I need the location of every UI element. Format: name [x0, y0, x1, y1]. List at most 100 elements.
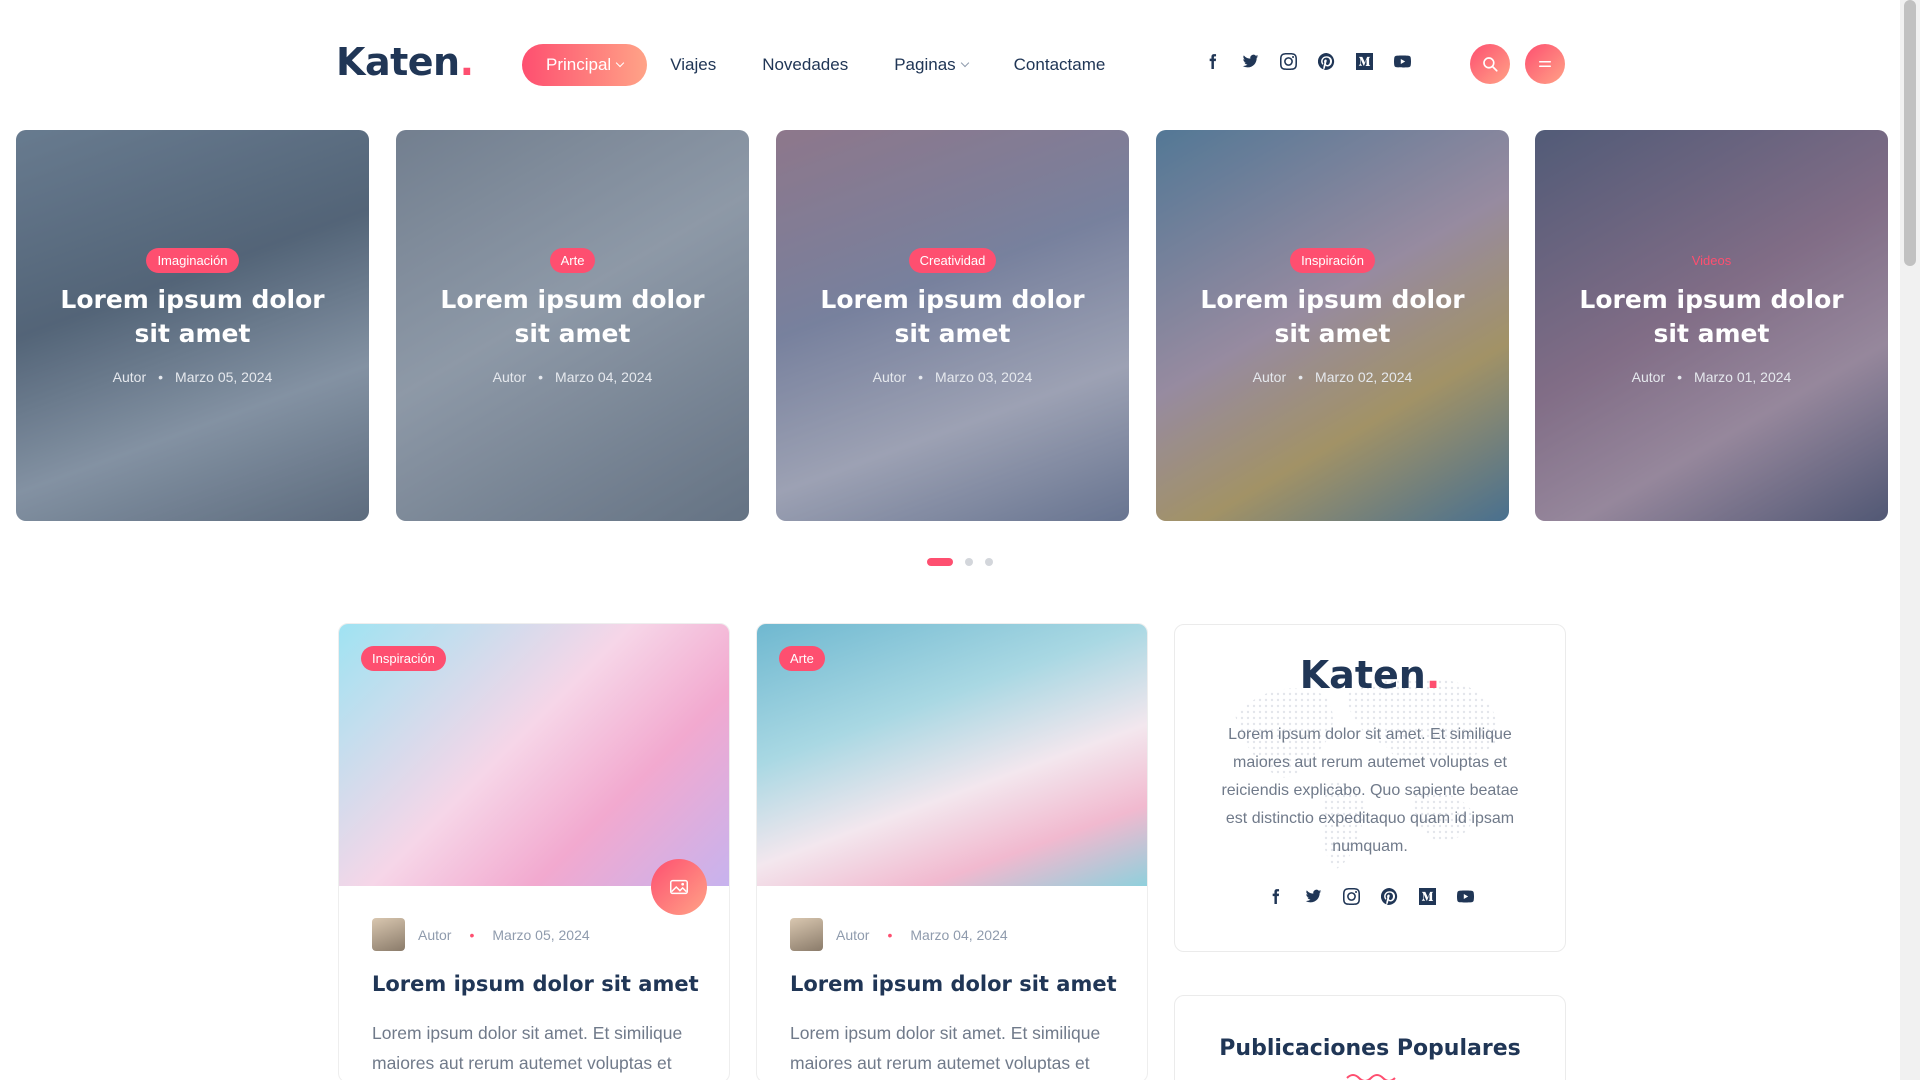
- post-card: Arte Autor • Marzo 04, 2024 Lorem ipsum …: [756, 623, 1148, 1080]
- author-name[interactable]: Autor: [1632, 369, 1665, 385]
- slide-card[interactable]: Creatividad Lorem ipsum dolor sit amet A…: [776, 130, 1129, 521]
- meta-separator: •: [538, 369, 544, 385]
- chevron-down-icon: [615, 58, 625, 68]
- avatar[interactable]: [372, 918, 405, 951]
- post-meta: Autor • Marzo 04, 2024: [790, 918, 1008, 951]
- facebook-icon[interactable]: [1203, 52, 1221, 70]
- category-badge[interactable]: Imaginación: [146, 248, 239, 273]
- slide-title[interactable]: Lorem ipsum dolor sit amet: [426, 283, 719, 351]
- nav-item-label: Contactame: [1013, 55, 1106, 74]
- slide-title[interactable]: Lorem ipsum dolor sit amet: [806, 283, 1099, 351]
- slide-content: Inspiración Lorem ipsum dolor sit amet A…: [1156, 248, 1509, 385]
- widget-title: Publicaciones Populares: [1219, 1036, 1521, 1061]
- site-logo[interactable]: Katen.: [336, 40, 474, 84]
- featured-slider: Imaginación Lorem ipsum dolor sit amet A…: [16, 130, 1888, 522]
- slide-card[interactable]: Inspiración Lorem ipsum dolor sit amet A…: [1156, 130, 1509, 521]
- nav-item-paginas[interactable]: Paginas: [894, 44, 969, 86]
- slide-content: Creatividad Lorem ipsum dolor sit amet A…: [776, 248, 1129, 385]
- slider-dot-1[interactable]: [927, 558, 953, 566]
- medium-icon[interactable]: [1418, 887, 1436, 905]
- nav-item-contactame[interactable]: Contactame: [1014, 44, 1106, 86]
- widget-logo-text: Katen: [1299, 653, 1426, 697]
- avatar[interactable]: [790, 918, 823, 951]
- nav-item-label: Viajes: [670, 55, 717, 74]
- category-badge[interactable]: Arte: [779, 646, 825, 671]
- search-icon: [1483, 57, 1498, 72]
- logo-dot: .: [1425, 653, 1441, 697]
- post-date: Marzo 01, 2024: [1694, 369, 1792, 385]
- post-date: Marzo 04, 2024: [910, 926, 1008, 943]
- title-underline-decoration: [1346, 1074, 1396, 1080]
- nav-item-principal[interactable]: Principal: [522, 44, 648, 86]
- instagram-icon[interactable]: [1342, 887, 1360, 905]
- pinterest-icon[interactable]: [1380, 887, 1398, 905]
- author-name[interactable]: Autor: [113, 369, 146, 385]
- author-name[interactable]: Autor: [836, 927, 869, 943]
- slider-dot-2[interactable]: [965, 558, 973, 566]
- slider-pagination: [927, 558, 1005, 566]
- slide-title[interactable]: Lorem ipsum dolor sit amet: [1565, 283, 1858, 351]
- category-badge[interactable]: Inspiración: [1290, 248, 1375, 273]
- post-format-button[interactable]: [651, 859, 707, 915]
- meta-separator: •: [469, 926, 475, 943]
- post-date: Marzo 05, 2024: [175, 369, 273, 385]
- search-button[interactable]: [1470, 44, 1510, 84]
- about-text: Lorem ipsum dolor sit amet. Et similique…: [1221, 726, 1519, 855]
- logo-text: Katen: [336, 40, 460, 84]
- slider-dot-3[interactable]: [985, 558, 993, 566]
- slide-meta: Autor • Marzo 02, 2024: [1156, 369, 1509, 385]
- popular-posts-widget: Publicaciones Populares: [1174, 995, 1566, 1080]
- slide-card[interactable]: Arte Lorem ipsum dolor sit amet Autor • Ma…: [396, 130, 749, 521]
- facebook-icon[interactable]: [1266, 887, 1284, 905]
- slide-content: Videos Lorem ipsum dolor sit amet Autor •…: [1535, 248, 1888, 385]
- slide-meta: Autor • Marzo 05, 2024: [16, 369, 369, 385]
- category-badge[interactable]: Creatividad: [908, 248, 997, 273]
- medium-icon[interactable]: [1355, 52, 1373, 70]
- slide-card[interactable]: Imaginación Lorem ipsum dolor sit amet A…: [16, 130, 369, 521]
- author-name[interactable]: Autor: [493, 369, 526, 385]
- page-scrollbar[interactable]: [1900, 0, 1920, 1080]
- logo-dot: .: [459, 40, 474, 84]
- scrollbar-thumb[interactable]: [1904, 0, 1916, 266]
- meta-separator: •: [887, 926, 893, 943]
- post-date: Marzo 05, 2024: [492, 926, 590, 943]
- menu-button[interactable]: [1525, 44, 1565, 84]
- pinterest-icon[interactable]: [1317, 52, 1335, 70]
- nav-item-viajes[interactable]: Viajes: [670, 44, 716, 86]
- meta-separator: •: [158, 369, 164, 385]
- meta-separator: •: [1298, 369, 1304, 385]
- slide-meta: Autor • Marzo 03, 2024: [776, 369, 1129, 385]
- instagram-icon[interactable]: [1279, 52, 1297, 70]
- youtube-icon[interactable]: [1393, 52, 1411, 70]
- nav-item-novedades[interactable]: Novedades: [762, 44, 848, 86]
- post-card: Inspiración Autor • Marzo 05, 2024 Lorem…: [338, 623, 730, 1080]
- post-excerpt: Lorem ipsum dolor sit amet. Et similique…: [790, 1023, 1101, 1073]
- post-date: Marzo 04, 2024: [555, 369, 653, 385]
- category-badge[interactable]: Inspiración: [361, 646, 446, 671]
- header-socials: [1203, 52, 1431, 70]
- author-name[interactable]: Autor: [873, 369, 906, 385]
- nav-item-label: Novedades: [762, 55, 849, 74]
- category-badge[interactable]: Arte: [549, 248, 596, 273]
- nav-item-label: Principal: [546, 55, 612, 74]
- slide-content: Arte Lorem ipsum dolor sit amet Autor • Ma…: [396, 248, 749, 385]
- twitter-icon[interactable]: [1304, 887, 1322, 905]
- twitter-icon[interactable]: [1241, 52, 1259, 70]
- slide-title[interactable]: Lorem ipsum dolor sit amet: [46, 283, 339, 351]
- author-name[interactable]: Autor: [418, 927, 451, 943]
- about-widget: Katen. Lorem ipsum dolor sit amet. Et si…: [1174, 624, 1566, 952]
- author-name[interactable]: Autor: [1253, 369, 1286, 385]
- chevron-down-icon: [960, 58, 969, 68]
- youtube-icon[interactable]: [1456, 887, 1474, 905]
- slide-meta: Autor • Marzo 04, 2024: [396, 369, 749, 385]
- category-badge[interactable]: Videos: [1681, 248, 1743, 273]
- meta-separator: •: [1677, 369, 1683, 385]
- meta-separator: •: [918, 369, 924, 385]
- post-title[interactable]: Lorem ipsum dolor sit amet: [790, 972, 1117, 996]
- slide-content: Imaginación Lorem ipsum dolor sit amet A…: [16, 248, 369, 385]
- post-date: Marzo 02, 2024: [1315, 369, 1413, 385]
- slide-title[interactable]: Lorem ipsum dolor sit amet: [1186, 283, 1479, 351]
- post-title[interactable]: Lorem ipsum dolor sit amet: [372, 972, 699, 996]
- slide-card[interactable]: Videos Lorem ipsum dolor sit amet Autor •…: [1535, 130, 1888, 521]
- widget-socials: [1175, 887, 1565, 905]
